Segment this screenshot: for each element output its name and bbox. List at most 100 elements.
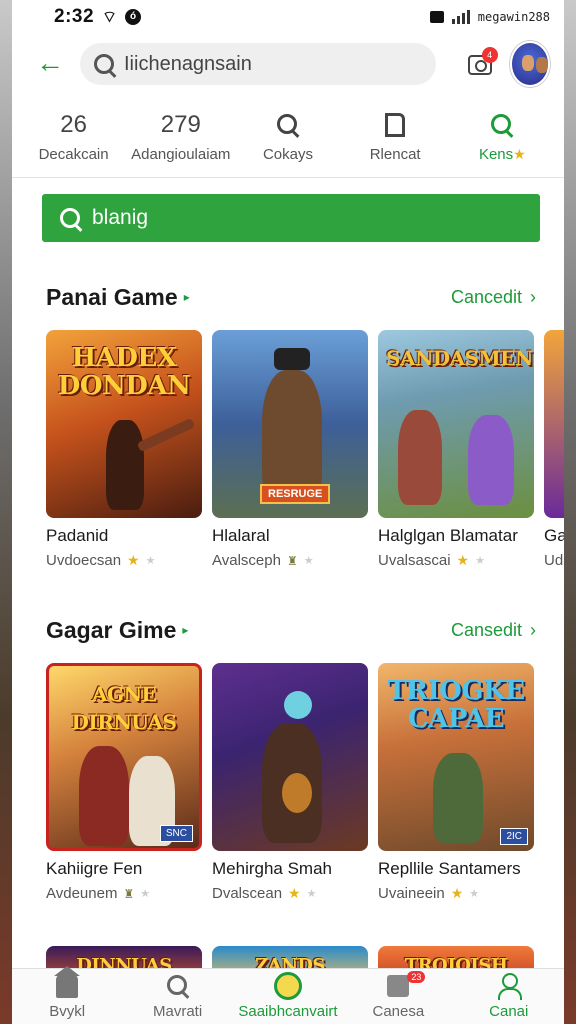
star-icon: ★	[127, 552, 140, 568]
game-row-2: AGNE DIRNUAS SNC Kahiigre Fen Avdeunem ♜ ★…	[12, 663, 564, 902]
game-name: Kahiigre Fen	[46, 859, 143, 878]
game-name: Gargl	[544, 526, 564, 545]
nav-label: Canai	[489, 1003, 529, 1020]
background-app-right-edge	[564, 0, 576, 1024]
game-card[interactable]: AGNE DIRNUAS SNC Kahiigre Fen Avdeunem ♜ ★	[46, 663, 202, 902]
nav-item-bag[interactable]: 23 Canesa	[343, 971, 453, 1020]
thumbnail-tag: RESRUGE	[260, 484, 331, 504]
character-figure	[433, 753, 483, 843]
nav-label: Bvykl	[49, 1003, 86, 1020]
star-icon: ★	[288, 885, 301, 901]
character-figure	[262, 370, 322, 500]
category-label: Rlencat	[369, 146, 421, 163]
thumbnail-corner-badge: SNC	[159, 825, 193, 842]
nav-badge: 23	[407, 971, 426, 983]
nfc-icon	[429, 11, 444, 23]
orb-figure	[284, 691, 312, 719]
game-thumbnail[interactable]: AGNE DIRNUAS SNC	[46, 663, 202, 851]
section-title: Gagar Gime	[46, 616, 177, 643]
status-bar: 2:32 ⌔ ó megawin288	[12, 0, 564, 34]
nav-label: Saaibhcanvairt	[238, 1003, 338, 1020]
game-publisher: Uvalsascai	[378, 552, 451, 569]
category-item-3[interactable]: Cokays	[238, 108, 338, 163]
game-name: Padanid	[46, 526, 109, 545]
game-thumbnail[interactable]: RESRUGE	[212, 330, 368, 518]
nav-label: Canesa	[372, 1003, 425, 1020]
nav-item-search[interactable]: Mavrati	[123, 971, 233, 1020]
game-publisher: Avdeunem	[46, 885, 118, 902]
search-query-text: Iiichenagnsain	[124, 52, 252, 75]
green-search-bar[interactable]: blanig	[42, 194, 540, 242]
section-arrow-icon[interactable]: ▸	[184, 290, 190, 304]
search-input[interactable]: Iiichenagnsain	[80, 43, 436, 85]
section-more-link[interactable]: Cansedit ›	[451, 620, 536, 641]
search-icon	[94, 54, 114, 74]
section-title: Panai Game	[46, 283, 178, 310]
game-publisher: Uvdoecsan	[46, 552, 122, 569]
chevron-right-icon: ›	[530, 286, 536, 307]
thumbnail-corner-badge: 2IC	[500, 828, 528, 845]
thumbnail-art-title: SANDASMEN	[386, 346, 533, 370]
camera-badge: 4	[481, 47, 498, 63]
badge-icon: ♜	[286, 553, 298, 568]
section-more-link[interactable]: Cancedit ›	[451, 287, 536, 308]
bottom-navigation: Bvykl Mavrati Saaibhcanvairt 23 Canesa C…	[12, 966, 564, 1024]
game-thumbnail[interactable]: TRIOGKE CAPAE 2IC	[378, 663, 534, 851]
search-header: ← Iiichenagnsain 4	[12, 34, 564, 94]
game-publisher: Dvalscean	[212, 885, 283, 902]
game-name: Mehirgha Smah	[212, 859, 333, 878]
camera-button[interactable]: 4	[466, 47, 498, 79]
avatar[interactable]	[509, 41, 550, 87]
game-thumbnail[interactable]: SANDASMEN	[378, 330, 534, 518]
star-icon: ★	[456, 552, 470, 568]
game-name: Hlalaral	[212, 526, 270, 545]
signal-icon	[451, 10, 470, 24]
nav-item-profile[interactable]: Canai	[454, 971, 564, 1020]
person-icon	[497, 973, 522, 1000]
category-item-1[interactable]: 26 Decakcain	[24, 108, 124, 163]
app-screen: 2:32 ⌔ ó megawin288 ← Iiichenagnsain 4 2…	[12, 0, 564, 1024]
game-publisher: Udin	[544, 552, 564, 569]
category-count: 279	[160, 111, 201, 138]
category-item-4[interactable]: Rlencat	[345, 108, 445, 163]
background-app-left-edge	[0, 0, 12, 1024]
thumbnail-art-title: TRIOGKE CAPAE	[387, 676, 525, 734]
watermark: megawin288	[477, 10, 550, 24]
game-card[interactable]: Mehirgha Smah Dvalscean ★ ★	[212, 663, 368, 902]
section-more-label: Cansedit	[450, 619, 522, 640]
notification-icon: ó	[125, 9, 142, 25]
category-label: Adangioulaiam	[131, 146, 231, 163]
game-publisher: Uvaineein	[378, 885, 445, 902]
section-arrow-icon[interactable]: ▸	[182, 623, 188, 637]
character-figure	[79, 746, 129, 846]
search-icon	[60, 208, 80, 228]
section-header-gagar-gime: Gagar Gime ▸ Cansedit ›	[12, 615, 564, 645]
rating-dots: ★	[303, 555, 314, 567]
back-arrow-icon[interactable]: ←	[36, 49, 64, 79]
weapon-figure	[136, 417, 196, 453]
rating-dots: ★	[475, 555, 485, 567]
star-icon: ★	[450, 885, 464, 901]
explore-icon	[273, 972, 302, 1000]
game-thumbnail[interactable]	[212, 663, 368, 851]
game-thumbnail[interactable]	[544, 330, 564, 518]
section-header-panai-game: Panai Game ▸ Cancedit ›	[12, 282, 564, 312]
category-label: Kens	[478, 146, 514, 163]
status-time: 2:32	[54, 6, 95, 27]
game-thumbnail[interactable]: HADEX DONDAN	[46, 330, 202, 518]
category-item-5[interactable]: Kens★	[452, 108, 552, 163]
character-figure	[398, 410, 442, 505]
nav-item-home[interactable]: Bvykl	[12, 966, 122, 1020]
nav-item-explore[interactable]: Saaibhcanvairt	[233, 971, 343, 1020]
game-card[interactable]: HADEX DONDAN Padanid Uvdoecsan ★ ★	[46, 330, 202, 569]
search-icon	[276, 114, 299, 136]
character-figure	[106, 420, 144, 510]
rating-dots: ★	[140, 888, 151, 900]
game-card[interactable]: SANDASMEN Halglgan Blamatar Uvalsascai ★ ★	[378, 330, 534, 569]
game-card[interactable]: Gargl Udin	[544, 330, 564, 569]
game-card[interactable]: RESRUGE Hlalaral Avalsceph ♜ ★	[212, 330, 368, 569]
category-item-2[interactable]: 279 Adangioulaiam	[131, 108, 231, 163]
category-label: Decakcain	[38, 146, 109, 163]
badge-icon: ♜	[123, 886, 135, 901]
game-card[interactable]: TRIOGKE CAPAE 2IC Repllile Santamers Uva…	[378, 663, 534, 902]
